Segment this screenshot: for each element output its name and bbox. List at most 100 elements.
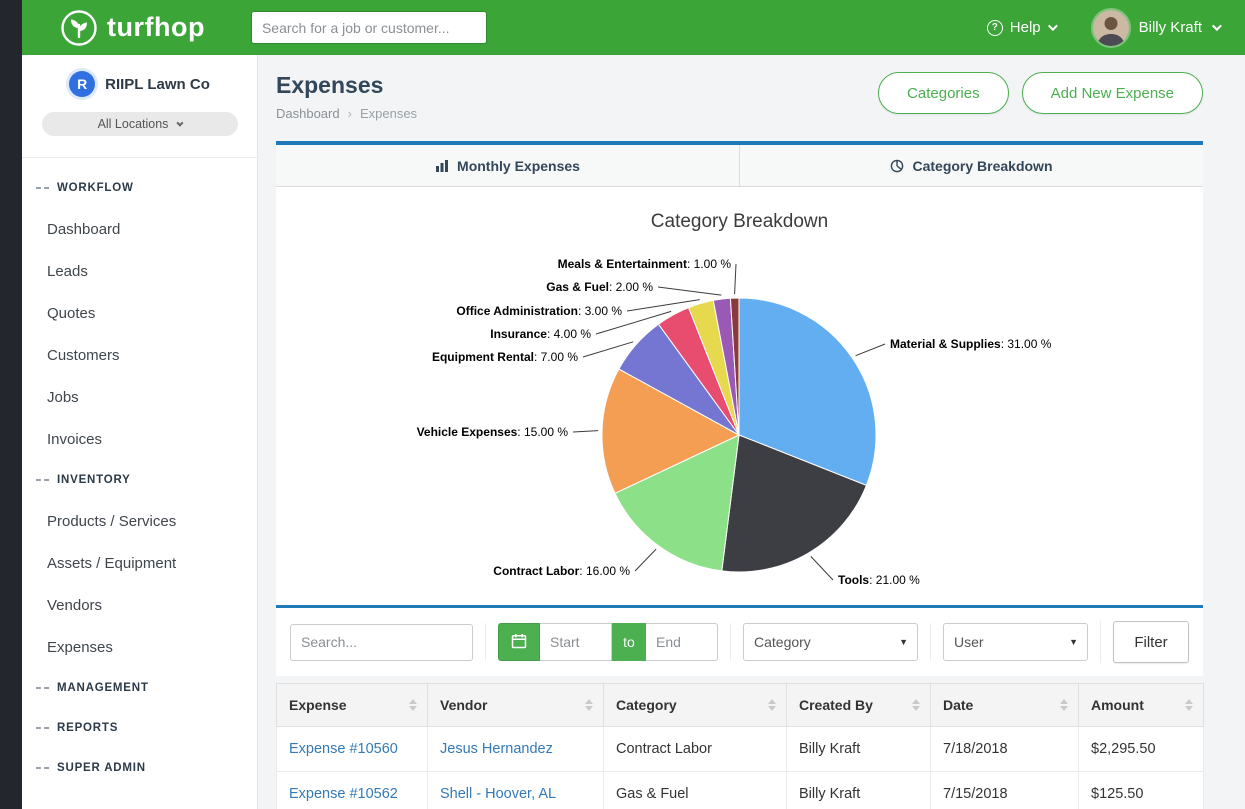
main-content: Expenses Dashboard › Expenses Categories… [258, 55, 1245, 809]
help-label: Help [1010, 19, 1041, 36]
category-breakdown-chart: Category Breakdown Material & Supplies: … [276, 187, 1203, 605]
pie-label-leader-line [811, 556, 833, 580]
table-row: Expense #10562 Shell - Hoover, AL Gas & … [277, 772, 1204, 809]
sidebar-item-expenses[interactable]: Expenses [22, 626, 257, 668]
sidebar-item-dashboard[interactable]: Dashboard [22, 208, 257, 250]
sidebar-item-quotes[interactable]: Quotes [22, 292, 257, 334]
sort-icon[interactable] [585, 699, 593, 711]
company-name: RIIPL Lawn Co [105, 76, 210, 93]
sidebar-section-management[interactable]: MANAGEMENT [22, 668, 257, 708]
avatar [1093, 10, 1129, 46]
sidebar-section-reports[interactable]: REPORTS [22, 708, 257, 748]
help-question-icon: ? [987, 20, 1003, 36]
sidebar-section-super-admin[interactable]: SUPER ADMIN [22, 748, 257, 788]
pie-label-leader-line [856, 344, 885, 356]
chevron-down-icon [177, 119, 184, 126]
date-cell: 7/18/2018 [931, 727, 1079, 772]
company-block: R RIIPL Lawn Co All Locations [22, 55, 257, 158]
sidebar-item-label: Expenses [47, 639, 113, 656]
breadcrumb: Dashboard › Expenses [276, 106, 417, 121]
sidebar-section-label: WORKFLOW [57, 182, 134, 194]
sidebar-item-jobs[interactable]: Jobs [22, 376, 257, 418]
sidebar-item-label: Customers [47, 347, 120, 364]
tab-label: Category Breakdown [912, 158, 1052, 174]
global-search-input[interactable] [251, 11, 487, 44]
tab-label: Monthly Expenses [457, 158, 580, 174]
column-header-date[interactable]: Date [931, 684, 1079, 727]
chevron-down-icon [1212, 21, 1222, 31]
sort-icon[interactable] [1060, 699, 1068, 711]
pie-slice-label: Material & Supplies: 31.00 % [890, 337, 1051, 351]
tree-dash-icon [36, 187, 49, 189]
sidebar-item-label: Invoices [47, 431, 102, 448]
sidebar-item-vendors[interactable]: Vendors [22, 584, 257, 626]
filter-toolbar: to Category ▼ User ▼ Filter [276, 605, 1203, 676]
user-filter-select[interactable]: User ▼ [943, 623, 1088, 661]
column-header-label: Vendor [440, 697, 487, 713]
sidebar-item-assets-equipment[interactable]: Assets / Equipment [22, 542, 257, 584]
sidebar-item-leads[interactable]: Leads [22, 250, 257, 292]
created-by-cell: Billy Kraft [787, 772, 931, 809]
table-search-input[interactable] [290, 624, 473, 661]
expense-view-tabs: Monthly Expenses Category Breakdown [276, 141, 1203, 187]
company-logo: R [69, 71, 95, 97]
pie-slice-label: Insurance: 4.00 % [490, 327, 591, 341]
column-header-category[interactable]: Category [604, 684, 787, 727]
column-header-created-by[interactable]: Created By [787, 684, 931, 727]
sort-icon[interactable] [1185, 699, 1193, 711]
add-new-expense-button[interactable]: Add New Expense [1022, 72, 1203, 114]
sidebar-section-label: REPORTS [57, 722, 118, 734]
breadcrumb-current: Expenses [360, 106, 417, 121]
sort-icon[interactable] [409, 699, 417, 711]
date-cell: 7/15/2018 [931, 772, 1079, 809]
sidebar-item-products-services[interactable]: Products / Services [22, 500, 257, 542]
sort-icon[interactable] [768, 699, 776, 711]
chevron-down-icon [1048, 21, 1058, 31]
page-title: Expenses [276, 72, 417, 99]
pie-label-leader-line [735, 264, 736, 294]
categories-button[interactable]: Categories [878, 72, 1009, 114]
column-header-expense[interactable]: Expense [277, 684, 428, 727]
expense-link[interactable]: Expense #10560 [289, 741, 398, 757]
tree-dash-icon [36, 727, 49, 729]
filter-button[interactable]: Filter [1113, 621, 1189, 663]
column-header-label: Created By [799, 697, 873, 713]
vendor-link[interactable]: Shell - Hoover, AL [440, 786, 556, 802]
tab-category-breakdown[interactable]: Category Breakdown [739, 145, 1203, 186]
user-menu[interactable]: Billy Kraft [1093, 10, 1219, 46]
sidebar-section-inventory[interactable]: INVENTORY [22, 460, 257, 500]
start-date-input[interactable] [540, 623, 612, 661]
category-select[interactable]: Category [744, 624, 917, 660]
location-selector[interactable]: All Locations [42, 112, 238, 136]
date-picker-button[interactable] [498, 623, 540, 661]
end-date-input[interactable] [646, 623, 718, 661]
column-header-amount[interactable]: Amount [1079, 684, 1204, 727]
pie-slice-label: Meals & Entertainment: 1.00 % [558, 257, 731, 271]
amount-cell: $125.50 [1079, 772, 1204, 809]
tree-dash-icon [36, 479, 49, 481]
breadcrumb-dashboard[interactable]: Dashboard [276, 106, 340, 121]
pie-slice-label: Tools: 21.00 % [838, 573, 920, 587]
user-select[interactable]: User [944, 624, 1087, 660]
pie-slice-label: Contract Labor: 16.00 % [493, 564, 630, 578]
expense-link[interactable]: Expense #10562 [289, 786, 398, 802]
app-logo[interactable]: turfhop [60, 9, 205, 47]
sidebar-item-invoices[interactable]: Invoices [22, 418, 257, 460]
sidebar-item-label: Jobs [47, 389, 79, 406]
pie-label-leader-line [583, 342, 633, 357]
table-row: Expense #10560 Jesus Hernandez Contract … [277, 727, 1204, 772]
company-selector[interactable]: R RIIPL Lawn Co [22, 71, 257, 97]
tree-dash-icon [36, 767, 49, 769]
sort-icon[interactable] [912, 699, 920, 711]
sidebar-item-customers[interactable]: Customers [22, 334, 257, 376]
sidebar-item-label: Vendors [47, 597, 102, 614]
help-menu[interactable]: ? Help [987, 19, 1055, 36]
sidebar-section-workflow[interactable]: WORKFLOW [22, 168, 257, 208]
vendor-link[interactable]: Jesus Hernandez [440, 741, 553, 757]
pie-label-leader-line [635, 549, 656, 571]
tab-monthly-expenses[interactable]: Monthly Expenses [276, 145, 739, 186]
column-header-vendor[interactable]: Vendor [428, 684, 604, 727]
category-filter-select[interactable]: Category ▼ [743, 623, 918, 661]
sidebar-item-label: Assets / Equipment [47, 555, 176, 572]
sidebar-section-label: INVENTORY [57, 474, 131, 486]
